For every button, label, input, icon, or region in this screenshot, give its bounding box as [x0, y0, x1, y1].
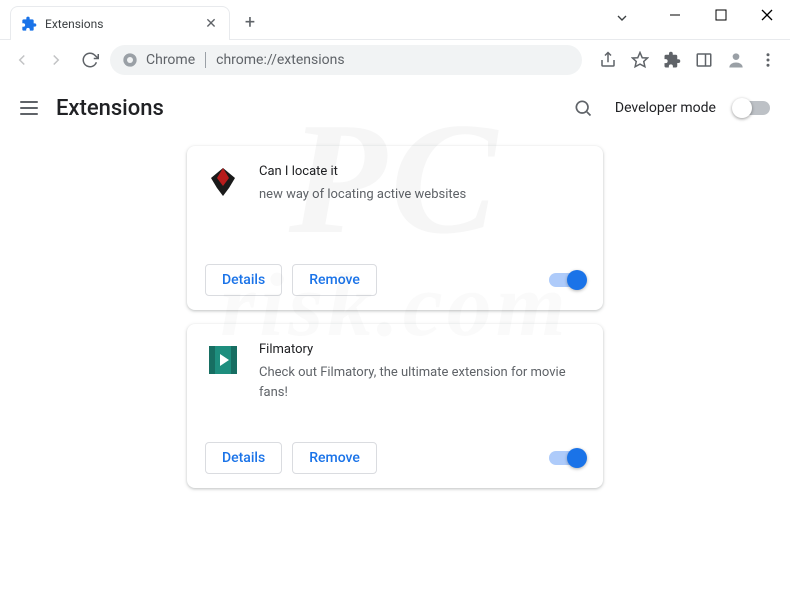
extensions-list: Can I locate it new way of locating acti… [0, 136, 790, 508]
window-controls [652, 0, 790, 30]
side-panel-button[interactable] [690, 46, 718, 74]
tab-title: Extensions [45, 17, 195, 31]
extension-name: Filmatory [259, 342, 585, 357]
extension-card: Can I locate it new way of locating acti… [187, 146, 603, 310]
bookmark-button[interactable] [626, 46, 654, 74]
details-button[interactable]: Details [205, 442, 282, 474]
close-tab-icon[interactable]: ✕ [203, 16, 219, 32]
remove-button[interactable]: Remove [292, 442, 377, 474]
puzzle-icon [21, 16, 37, 32]
remove-button[interactable]: Remove [292, 264, 377, 296]
reload-button[interactable] [76, 46, 104, 74]
back-button[interactable] [8, 46, 36, 74]
minimize-button[interactable] [652, 0, 698, 30]
page-header: Extensions Developer mode [0, 80, 790, 136]
omnibox-url: chrome://extensions [216, 52, 344, 68]
extension-icon [205, 164, 241, 200]
developer-mode-label: Developer mode [615, 100, 716, 116]
extensions-button[interactable] [658, 46, 686, 74]
menu-button[interactable] [754, 46, 782, 74]
omnibox-scheme: Chrome [146, 52, 195, 68]
maximize-button[interactable] [698, 0, 744, 30]
developer-mode-toggle[interactable] [734, 101, 770, 115]
new-tab-button[interactable]: + [236, 8, 264, 36]
share-button[interactable] [594, 46, 622, 74]
extension-toggle[interactable] [549, 273, 585, 287]
extension-card: Filmatory Check out Filmatory, the ultim… [187, 324, 603, 488]
tab-overflow-chevron-icon[interactable] [614, 10, 630, 26]
chrome-icon [122, 52, 138, 68]
search-extensions-button[interactable] [569, 94, 597, 122]
forward-button[interactable] [42, 46, 70, 74]
page-title: Extensions [56, 96, 164, 121]
profile-button[interactable] [722, 46, 750, 74]
menu-icon[interactable] [20, 101, 38, 115]
details-button[interactable]: Details [205, 264, 282, 296]
browser-tab[interactable]: Extensions ✕ [10, 6, 230, 40]
extension-description: new way of locating active websites [259, 185, 466, 205]
extension-toggle[interactable] [549, 451, 585, 465]
extension-name: Can I locate it [259, 164, 466, 179]
toolbar: Chrome chrome://extensions [0, 40, 790, 80]
close-window-button[interactable] [744, 0, 790, 30]
address-bar[interactable]: Chrome chrome://extensions [110, 45, 582, 75]
omnibox-divider [205, 52, 206, 68]
window-titlebar: Extensions ✕ + [0, 0, 790, 40]
extension-description: Check out Filmatory, the ultimate extens… [259, 363, 585, 402]
extension-icon [205, 342, 241, 378]
